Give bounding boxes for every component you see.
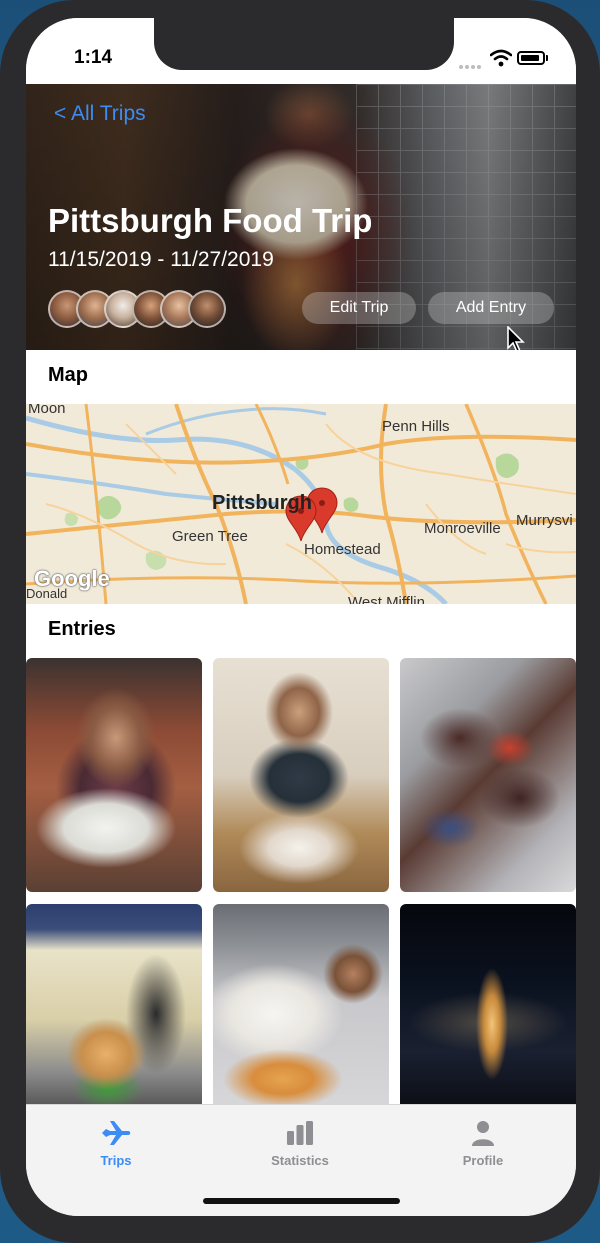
trip-dates: 11/15/2019 - 11/27/2019 xyxy=(48,248,274,271)
add-entry-button[interactable]: Add Entry xyxy=(428,292,554,324)
trip-header: < All Trips Pittsburgh Food Trip 11/15/2… xyxy=(26,84,576,350)
tab-label: Profile xyxy=(462,1153,504,1168)
map-label-monroeville: Monroeville xyxy=(424,520,501,537)
entry-photo[interactable] xyxy=(213,658,389,892)
entries-grid xyxy=(26,658,576,1104)
airplane-icon xyxy=(102,1121,131,1145)
tab-trips[interactable]: Trips xyxy=(56,1105,176,1175)
tab-label: Statistics xyxy=(271,1153,329,1168)
map-section-title: Map xyxy=(48,364,88,386)
device-frame: 1:14 < All Trips Pittsburgh Food Trip 11… xyxy=(0,0,600,1243)
entry-photo[interactable] xyxy=(400,904,576,1104)
battery-icon xyxy=(517,51,545,65)
status-time: 1:14 xyxy=(74,47,113,68)
map-label-west-mifflin: West Mifflin xyxy=(348,594,425,604)
map-label-murrysville: Murrysvi xyxy=(516,512,573,529)
mouse-cursor-icon xyxy=(507,326,525,350)
entry-photo[interactable] xyxy=(26,904,202,1104)
back-to-all-trips-link[interactable]: < All Trips xyxy=(54,102,146,126)
wifi-icon xyxy=(490,49,512,67)
person-icon xyxy=(472,1121,494,1146)
tab-statistics[interactable]: Statistics xyxy=(240,1105,360,1175)
edit-trip-button[interactable]: Edit Trip xyxy=(302,292,416,324)
map-label-pittsburgh: Pittsburgh xyxy=(212,492,312,514)
tab-profile[interactable]: Profile xyxy=(423,1105,543,1175)
entries-section-title: Entries xyxy=(48,618,116,640)
map-label-homestead: Homestead xyxy=(304,541,381,558)
google-logo: Google xyxy=(34,566,110,591)
map-label-moon: Moon xyxy=(28,404,66,417)
trip-members-avatars[interactable] xyxy=(48,290,248,330)
bar-chart-icon xyxy=(287,1121,313,1145)
status-bar: 1:14 xyxy=(26,18,576,84)
tab-label: Trips xyxy=(100,1153,132,1168)
entry-photo[interactable] xyxy=(26,658,202,892)
trip-title: Pittsburgh Food Trip xyxy=(48,202,373,239)
map-label-green-tree: Green Tree xyxy=(172,528,248,545)
phone-screen: 1:14 < All Trips Pittsburgh Food Trip 11… xyxy=(26,18,576,1216)
entry-photo[interactable] xyxy=(213,904,389,1104)
avatar xyxy=(188,290,226,328)
entry-photo[interactable] xyxy=(400,658,576,892)
trip-map[interactable]: Moon Penn Hills Pittsburgh Green Tree Ho… xyxy=(26,404,576,604)
map-label-penn-hills: Penn Hills xyxy=(382,418,450,435)
cellular-signal-icon xyxy=(459,56,483,74)
notch xyxy=(154,18,454,70)
home-indicator[interactable] xyxy=(203,1198,400,1204)
